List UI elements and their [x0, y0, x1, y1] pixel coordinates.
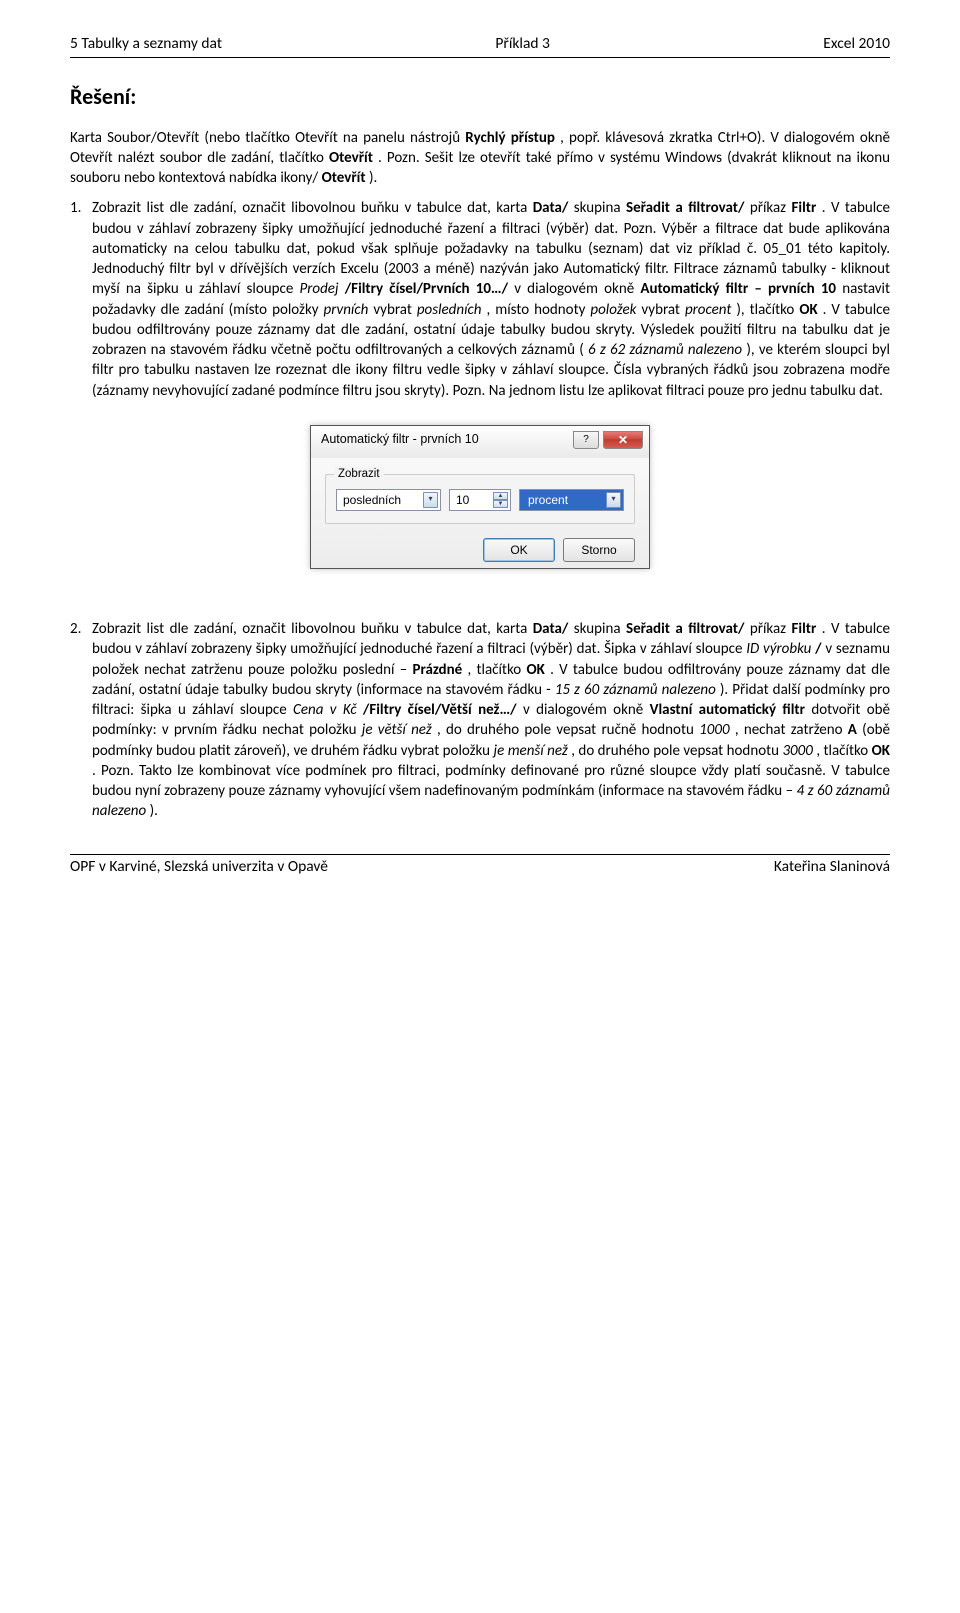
body-italic: 15 z 60 záznamů nalezeno	[555, 681, 716, 699]
body-italic: ID výrobku	[746, 640, 811, 658]
dialog-footer: OK Storno	[325, 538, 635, 562]
close-icon-glyph: ✕	[618, 432, 628, 448]
body-bold: OK	[526, 661, 544, 679]
header-center: Příklad 3	[495, 34, 550, 55]
body-bold: Data/	[533, 199, 569, 217]
combo-unit-value: procent	[526, 492, 570, 508]
body-bold: Filtr	[792, 620, 817, 638]
body-italic: posledních	[417, 301, 482, 319]
body-italic: Prodej	[299, 280, 338, 298]
body-text: , nechat zatrženo	[735, 721, 848, 739]
help-icon[interactable]: ?	[573, 431, 599, 449]
body-italic: procent	[685, 301, 731, 319]
body-italic: je menší než	[494, 742, 568, 760]
cancel-button-label: Storno	[581, 543, 616, 557]
footer-right: Kateřina Slaninová	[774, 857, 890, 878]
ok-button-label: OK	[510, 543, 527, 557]
combo-direction[interactable]: posledních	[336, 489, 441, 511]
body-text: ).	[150, 802, 158, 820]
body-bold: OK	[799, 301, 817, 319]
body-bold: /Filtry čísel/Prvních 10…/	[345, 280, 508, 298]
chevron-down-icon[interactable]	[423, 492, 438, 508]
spin-count[interactable]: 10 ▲ ▼	[449, 489, 511, 511]
help-icon-glyph: ?	[583, 433, 589, 447]
body-text: , do druhého pole vepsat ručně hodnotu	[437, 721, 699, 739]
group-zobrazit: Zobrazit posledních 10 ▲ ▼ procen	[325, 474, 635, 524]
dialog-titlebar: Automatický filtr - prvních 10 ? ✕	[311, 426, 649, 458]
list-item-2: Zobrazit list dle zadání, označit libovo…	[70, 619, 890, 822]
body-italic: 6 z 62 záznamů nalezeno	[588, 341, 742, 359]
body-text: skupina	[574, 199, 626, 217]
intro-bold: Otevřít	[322, 169, 366, 187]
spin-down-icon[interactable]: ▼	[493, 500, 508, 508]
body-italic: 1000	[699, 721, 729, 739]
group-row: posledních 10 ▲ ▼ procent	[336, 489, 624, 511]
body-text: v dialogovém okně	[514, 280, 640, 298]
body-bold: /	[815, 640, 821, 658]
body-text: , tlačítko	[816, 742, 871, 760]
solution-heading: Řešení:	[70, 82, 890, 112]
combo-unit[interactable]: procent	[519, 489, 624, 511]
body-text: skupina	[574, 620, 626, 638]
body-text: , tlačítko	[467, 661, 526, 679]
body-bold: Filtr	[792, 199, 817, 217]
body-bold: Prázdné	[412, 661, 462, 679]
body-italic: prvních	[324, 301, 369, 319]
body-text: , místo hodnoty	[487, 301, 591, 319]
body-text: příkaz	[750, 199, 792, 217]
close-icon[interactable]: ✕	[603, 431, 643, 449]
body-text: Zobrazit list dle zadání, označit libovo…	[92, 199, 533, 217]
body-text: vybrat	[373, 301, 417, 319]
chevron-down-icon[interactable]	[606, 492, 621, 508]
spin-arrows: ▲ ▼	[493, 492, 508, 508]
intro-paragraph: Karta Soubor/Otevřít (nebo tlačítko Otev…	[70, 128, 890, 189]
header-left: 5 Tabulky a seznamy dat	[70, 34, 222, 55]
spin-count-value: 10	[456, 492, 469, 508]
body-text: v dialogovém okně	[523, 701, 650, 719]
autofilter-dialog: Automatický filtr - prvních 10 ? ✕ Zobra…	[310, 425, 650, 569]
dialog-title-text: Automatický filtr - prvních 10	[321, 431, 479, 448]
body-italic: je větší než	[362, 721, 432, 739]
header-right: Excel 2010	[823, 34, 890, 55]
dialog-figure: Automatický filtr - prvních 10 ? ✕ Zobra…	[70, 425, 890, 569]
intro-text: ).	[369, 169, 377, 187]
solution-list: Zobrazit list dle zadání, označit libovo…	[70, 198, 890, 401]
body-bold: OK	[872, 742, 890, 760]
spin-up-icon[interactable]: ▲	[493, 492, 508, 500]
body-bold: Vlastní automatický filtr	[650, 701, 805, 719]
body-bold: Seřadit a filtrovat/	[626, 620, 744, 638]
intro-bold: Otevřít	[329, 149, 373, 167]
body-text: . Pozn. Takto lze kombinovat více podmín…	[92, 762, 890, 800]
list-item-1: Zobrazit list dle zadání, označit libovo…	[70, 198, 890, 401]
body-bold: Data/	[533, 620, 569, 638]
intro-bold: Rychlý přístup	[465, 129, 555, 147]
ok-button[interactable]: OK	[483, 538, 555, 562]
solution-list-2: Zobrazit list dle zadání, označit libovo…	[70, 619, 890, 822]
body-text: Zobrazit list dle zadání, označit libovo…	[92, 620, 533, 638]
body-italic: 3000	[782, 742, 812, 760]
body-bold: Automatický filtr – prvních 10	[640, 280, 836, 298]
page-header: 5 Tabulky a seznamy dat Příklad 3 Excel …	[70, 34, 890, 58]
group-label: Zobrazit	[334, 467, 384, 483]
body-italic: Cena v Kč	[293, 701, 357, 719]
combo-direction-value: posledních	[343, 492, 401, 508]
body-bold: A	[848, 721, 857, 739]
body-text: ), tlačítko	[736, 301, 799, 319]
footer-left: OPF v Karviné, Slezská univerzita v Opav…	[70, 857, 328, 878]
body-bold: /Filtry čísel/Větší než…/	[363, 701, 517, 719]
dialog-window-buttons: ? ✕	[573, 431, 643, 449]
body-text: příkaz	[750, 620, 792, 638]
dialog-body: Zobrazit posledních 10 ▲ ▼ procen	[311, 458, 649, 568]
body-text: , do druhého pole vepsat hodnotu	[571, 742, 782, 760]
body-italic: položek	[590, 301, 636, 319]
body-text: vybrat	[641, 301, 685, 319]
cancel-button[interactable]: Storno	[563, 538, 635, 562]
body-bold: Seřadit a filtrovat/	[626, 199, 744, 217]
page-footer: OPF v Karviné, Slezská univerzita v Opav…	[70, 854, 890, 878]
intro-text: Karta Soubor/Otevřít (nebo tlačítko Otev…	[70, 129, 465, 147]
